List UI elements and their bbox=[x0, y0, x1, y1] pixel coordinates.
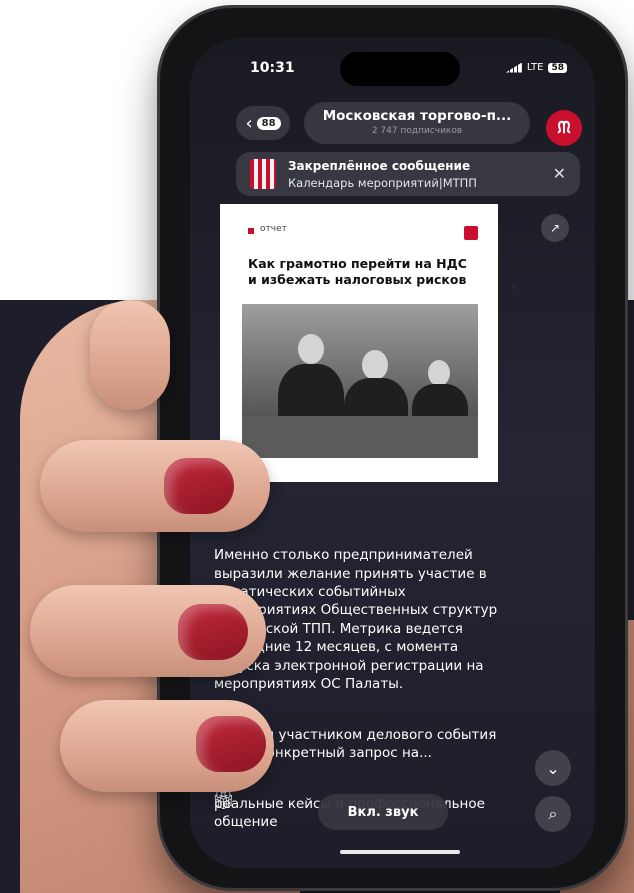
close-icon[interactable]: ✕ bbox=[553, 164, 566, 183]
person-head bbox=[428, 360, 450, 386]
post-image-card[interactable]: отчет Как грамотно перейти на НДС и избе… bbox=[220, 204, 498, 482]
tag-dot bbox=[248, 228, 254, 234]
back-button[interactable]: ‹ 88 bbox=[236, 106, 290, 140]
channel-title: Московская торгово-п... bbox=[322, 108, 512, 124]
status-bar-right: LTE 58 bbox=[505, 62, 567, 73]
gift-icon[interactable]: 🎁︎ bbox=[212, 790, 235, 811]
chevron-left-icon: ‹ bbox=[245, 112, 253, 134]
card-headline: Как грамотно перейти на НДС и избежать н… bbox=[248, 256, 467, 287]
nail bbox=[178, 604, 248, 660]
pinned-thumbnail bbox=[250, 159, 276, 189]
chevron-down-icon[interactable]: ⌄ bbox=[535, 750, 571, 786]
pinned-text: Календарь мероприятий|МТПП bbox=[288, 176, 477, 190]
card-logo-icon bbox=[464, 226, 478, 240]
channel-title-pill[interactable]: Московская торгово-п... 2 747 подписчико… bbox=[304, 102, 530, 144]
network-label: LTE bbox=[526, 62, 544, 73]
channel-avatar[interactable]: ᙏ bbox=[546, 110, 582, 146]
unread-count-badge: 88 bbox=[256, 116, 281, 130]
share-icon[interactable]: ↗ bbox=[541, 214, 569, 242]
home-indicator bbox=[340, 850, 460, 854]
channel-subscribers: 2 747 подписчиков bbox=[371, 126, 463, 136]
thumb bbox=[90, 300, 170, 410]
mtpp-logo-icon: ᙏ bbox=[557, 118, 571, 137]
conference-table bbox=[242, 416, 478, 458]
signal-icon bbox=[505, 62, 522, 73]
sound-on-button[interactable]: Вкл. звук bbox=[318, 794, 448, 830]
finger bbox=[40, 440, 270, 532]
person-head bbox=[362, 350, 388, 380]
person-head bbox=[298, 334, 324, 364]
search-icon[interactable]: ⌕ bbox=[535, 796, 571, 832]
pinned-message-bar[interactable]: Закреплённое сообщение Календарь меропри… bbox=[236, 152, 580, 196]
pinned-label: Закреплённое сообщение bbox=[288, 159, 471, 173]
event-photo bbox=[242, 304, 478, 458]
nail bbox=[164, 458, 234, 514]
battery-icon: 58 bbox=[548, 62, 567, 73]
status-time: 10:31 bbox=[250, 60, 295, 76]
dynamic-island bbox=[340, 52, 460, 86]
card-tag: отчет bbox=[260, 224, 287, 234]
nail bbox=[196, 716, 266, 772]
